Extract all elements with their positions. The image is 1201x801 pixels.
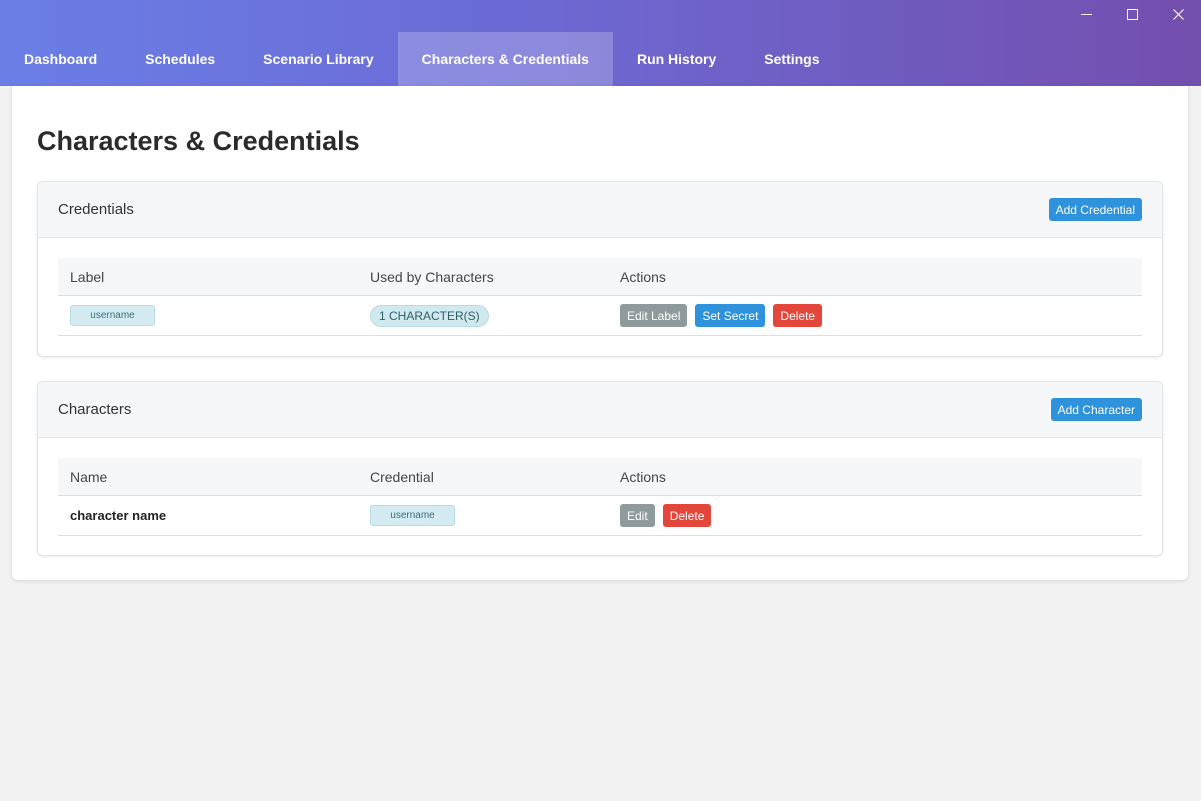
credentials-panel-title: Credentials (58, 201, 134, 218)
column-header-label: Label (70, 268, 105, 285)
column-header-used-by: Used by Characters (370, 268, 494, 285)
tab-run-history[interactable]: Run History (613, 32, 740, 86)
table-row: character name username Edit Delete (58, 496, 1142, 536)
maximize-button[interactable] (1109, 0, 1155, 32)
label-cell: username (70, 296, 155, 335)
table-row: username 1 CHARACTER(S) Edit Label Set S… (58, 296, 1142, 336)
characters-panel-title: Characters (58, 401, 132, 418)
delete-character-button[interactable]: Delete (662, 504, 712, 527)
credentials-table: Label Used by Characters Actions usernam… (58, 258, 1142, 336)
column-header-credential: Credential (370, 468, 434, 485)
name-cell: character name (70, 496, 166, 535)
credentials-panel-header: Credentials Add Credential (38, 182, 1162, 238)
edit-character-button[interactable]: Edit (620, 504, 655, 527)
tab-characters-credentials[interactable]: Characters & Credentials (397, 32, 613, 86)
maximize-icon (1126, 7, 1138, 25)
tab-schedules[interactable]: Schedules (121, 32, 239, 86)
credentials-panel: Credentials Add Credential Label Used by… (37, 181, 1163, 357)
used-by-badge: 1 CHARACTER(S) (370, 304, 489, 327)
characters-panel: Characters Add Character Name Credential… (37, 381, 1163, 556)
set-secret-button[interactable]: Set Secret (695, 304, 766, 327)
table-header: Name Credential Actions (58, 458, 1142, 496)
characters-panel-header: Characters Add Character (38, 382, 1162, 438)
main-content: Characters & Credentials Credentials Add… (12, 86, 1188, 580)
actions-cell: Edit Delete (620, 496, 719, 535)
tab-dashboard[interactable]: Dashboard (0, 32, 121, 86)
character-name: character name (70, 508, 167, 523)
table-header: Label Used by Characters Actions (58, 258, 1142, 296)
credential-cell: username (370, 496, 455, 535)
column-header-actions: Actions (620, 268, 666, 285)
column-header-actions: Actions (620, 468, 666, 485)
page-title: Characters & Credentials (37, 126, 360, 156)
main-nav: Dashboard Schedules Scenario Library Cha… (0, 32, 844, 86)
delete-credential-button[interactable]: Delete (773, 304, 823, 327)
add-character-button[interactable]: Add Character (1050, 398, 1142, 421)
close-button[interactable] (1155, 0, 1201, 32)
minimize-icon (1080, 7, 1092, 25)
used-by-cell: 1 CHARACTER(S) (370, 296, 489, 335)
window-controls (1063, 0, 1201, 32)
minimize-button[interactable] (1063, 0, 1109, 32)
tab-settings[interactable]: Settings (740, 32, 843, 86)
characters-table: Name Credential Actions character name u… (58, 458, 1142, 536)
app-header: Dashboard Schedules Scenario Library Cha… (0, 0, 1201, 86)
credential-label-tag: username (70, 305, 155, 326)
actions-cell: Edit Label Set Secret Delete (620, 296, 830, 335)
tab-scenario-library[interactable]: Scenario Library (239, 32, 398, 86)
column-header-name: Name (70, 468, 108, 485)
character-credential-tag: username (370, 505, 455, 526)
close-icon (1172, 7, 1184, 25)
edit-label-button[interactable]: Edit Label (620, 304, 688, 327)
add-credential-button[interactable]: Add Credential (1048, 198, 1142, 221)
